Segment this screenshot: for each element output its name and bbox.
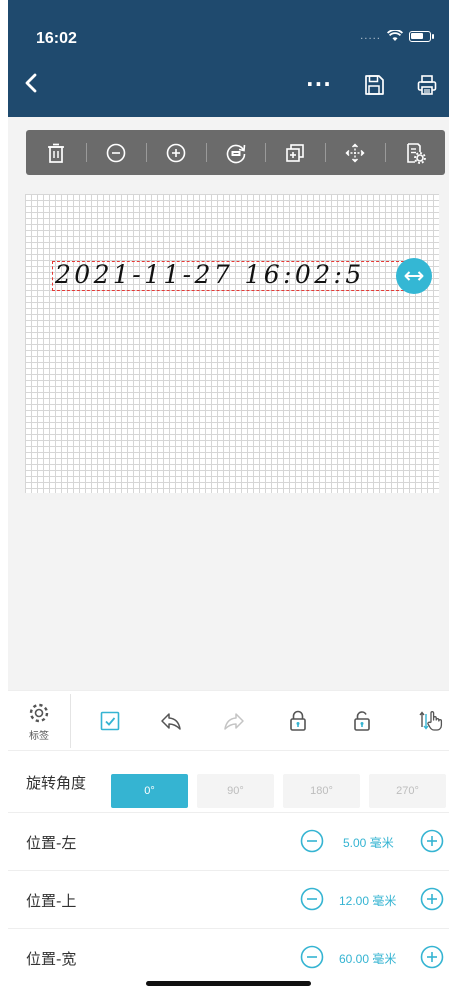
checkbox-icon	[100, 711, 120, 731]
position-top-value: 12.00 毫米	[339, 894, 397, 908]
back-icon[interactable]	[20, 71, 44, 95]
properties-button[interactable]	[385, 130, 445, 175]
zoom-out-button[interactable]	[85, 130, 146, 175]
position-top-row: 位置-上 12.00 毫米	[8, 870, 449, 929]
position-left-label: 位置-左	[26, 834, 77, 852]
text-element[interactable]: 2021-11-27 16:02:5	[52, 261, 409, 291]
plus-circle-icon[interactable]	[419, 828, 445, 854]
lock-button[interactable]	[280, 691, 316, 751]
sort-hand-icon	[419, 711, 443, 731]
undo-icon	[161, 713, 181, 730]
position-left-value: 5.00 毫米	[343, 836, 394, 850]
wifi-icon	[387, 30, 403, 41]
rotation-row: 旋转角度 0° 90° 180° 270°	[8, 750, 449, 813]
rotation-option-270[interactable]: 270°	[369, 774, 446, 808]
signal-indicator: .....	[360, 30, 381, 42]
more-icon[interactable]: ···	[306, 72, 332, 96]
minus-circle-icon[interactable]	[299, 828, 325, 854]
rotation-option-0[interactable]: 0°	[111, 774, 188, 808]
position-top-label: 位置-上	[26, 892, 77, 910]
position-left-row: 位置-左 5.00 毫米	[8, 812, 449, 871]
rotate-90-icon	[226, 144, 245, 163]
undo-button[interactable]	[153, 691, 189, 751]
plus-circle-icon[interactable]	[419, 944, 445, 970]
canvas-area	[8, 117, 449, 690]
zoom-in-icon	[166, 143, 185, 162]
toolbar-divider	[70, 694, 71, 748]
rotate-button[interactable]	[205, 130, 266, 175]
move-icon	[345, 142, 365, 163]
trash-icon	[47, 143, 64, 163]
rotation-option-180[interactable]: 180°	[283, 774, 360, 808]
zoom-in-button[interactable]	[145, 130, 206, 175]
lock-icon	[290, 710, 306, 731]
position-width-value: 60.00 毫米	[339, 952, 397, 966]
minus-circle-icon[interactable]	[299, 886, 325, 912]
resize-handle[interactable]	[396, 258, 432, 294]
duplicate-icon	[286, 143, 305, 162]
position-width-row: 位置-宽 60.00 毫米	[8, 928, 449, 987]
app-header: 16:02 ..... ···	[8, 0, 449, 117]
print-icon[interactable]	[416, 74, 438, 96]
settings-document-icon	[407, 142, 426, 164]
minus-circle-icon[interactable]	[299, 944, 325, 970]
home-indicator	[146, 981, 311, 986]
rotation-option-90[interactable]: 90°	[197, 774, 274, 808]
battery-icon	[409, 30, 434, 42]
delete-button[interactable]	[26, 130, 86, 175]
rotation-label: 旋转角度	[26, 774, 87, 792]
status-icons: .....	[360, 30, 434, 42]
text-element-content: 2021-11-27 16:02:5	[55, 261, 365, 289]
zoom-out-icon	[106, 143, 126, 162]
redo-icon	[224, 713, 244, 730]
position-width-label: 位置-宽	[26, 950, 77, 968]
layer-order-button[interactable]	[413, 691, 449, 751]
select-button[interactable]	[92, 691, 128, 751]
resize-arrows-icon	[404, 271, 424, 281]
label-canvas-grid[interactable]	[25, 194, 439, 493]
edit-toolbar	[26, 130, 445, 175]
bottom-toolbar: 标签	[8, 690, 449, 751]
gear-icon	[29, 703, 49, 722]
unlock-button[interactable]	[344, 691, 380, 751]
duplicate-button[interactable]	[265, 130, 325, 175]
app-frame: 16:02 ..... ··· 2021-11-27 16:02:5 标签 旋转…	[8, 0, 449, 990]
redo-button[interactable]	[216, 691, 252, 751]
status-time: 16:02	[36, 30, 77, 47]
move-button[interactable]	[325, 130, 385, 175]
tag-settings-button[interactable]: 标签	[14, 691, 64, 751]
tag-label: 标签	[29, 730, 49, 742]
unlock-icon	[354, 711, 370, 731]
plus-circle-icon[interactable]	[419, 886, 445, 912]
save-icon[interactable]	[363, 74, 385, 96]
